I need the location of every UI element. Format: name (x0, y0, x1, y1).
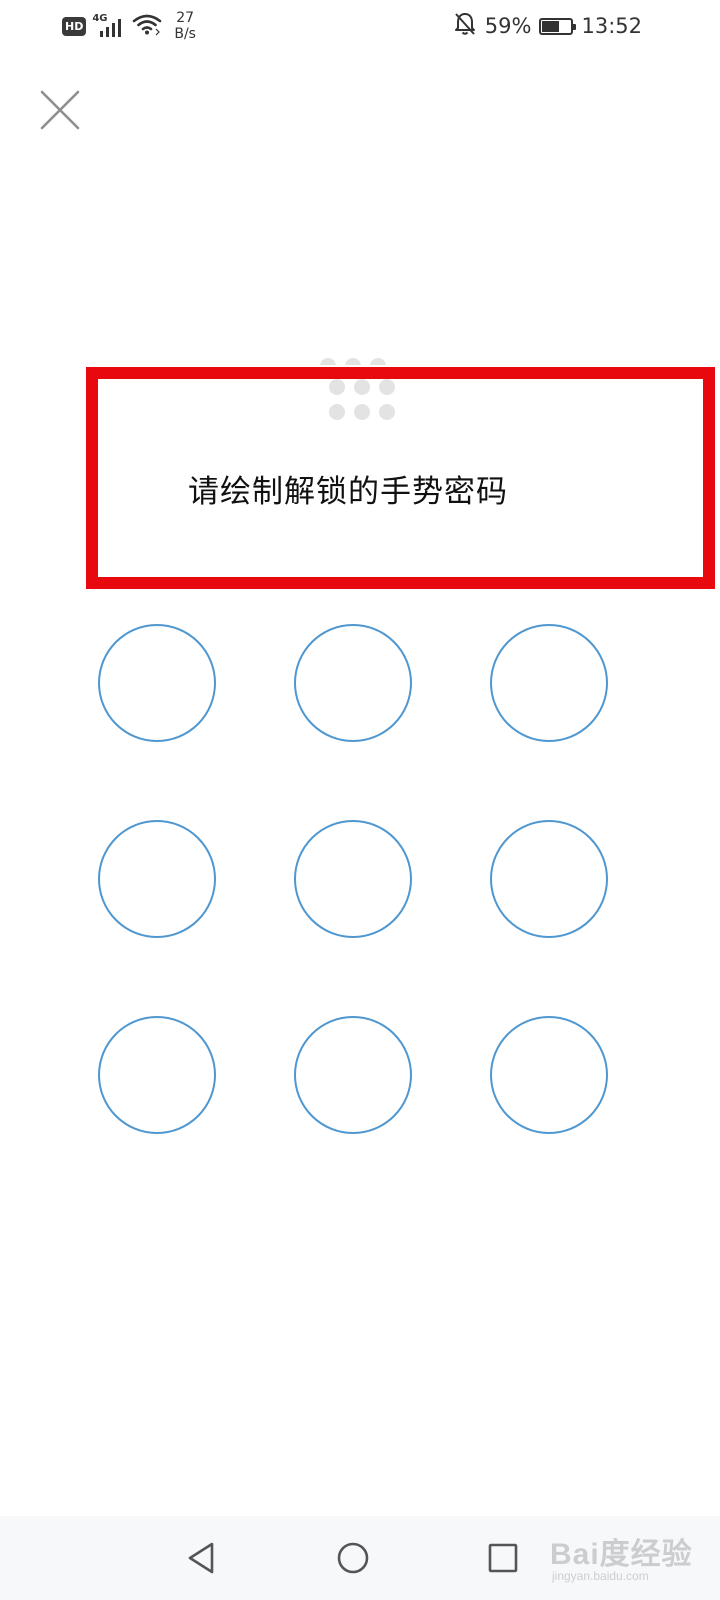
watermark-main: Bai度经验 (550, 1538, 693, 1571)
gesture-node-4[interactable] (98, 820, 216, 938)
mute-bell-icon (453, 11, 477, 42)
network-speed-unit: B/s (174, 26, 196, 42)
gesture-node-3[interactable] (490, 624, 608, 742)
battery-percent: 59% (484, 14, 532, 38)
network-speed: 27 B/s (174, 10, 196, 42)
pattern-preview (329, 379, 401, 427)
gesture-node-9[interactable] (490, 1016, 608, 1134)
gesture-node-2[interactable] (294, 624, 412, 742)
clock: 13:52 (581, 14, 642, 38)
preview-dot (354, 404, 370, 420)
battery-fill (542, 20, 560, 32)
back-triangle-icon (188, 1542, 214, 1574)
close-icon (40, 90, 80, 130)
prompt-highlight-box: 请绘制解锁的手势密码 (86, 367, 715, 589)
gesture-node-6[interactable] (490, 820, 608, 938)
network-speed-value: 27 (176, 10, 195, 26)
home-button[interactable] (331, 1536, 375, 1580)
gesture-node-7[interactable] (98, 1016, 216, 1134)
signal-icon: 4G (92, 13, 126, 39)
gesture-node-1[interactable] (98, 624, 216, 742)
gesture-node-5[interactable] (294, 820, 412, 938)
prompt-text: 请绘制解锁的手势密码 (188, 474, 508, 510)
status-left: HD 4G 27 B/s (62, 8, 196, 44)
recents-square-icon (488, 1543, 518, 1573)
hd-icon: HD (62, 16, 87, 36)
recents-button[interactable] (481, 1536, 525, 1580)
status-bar: HD 4G 27 B/s 59% 13:52 (0, 0, 720, 52)
gesture-node-8[interactable] (294, 1016, 412, 1134)
wifi-icon (132, 12, 162, 40)
preview-dot (379, 379, 395, 395)
preview-dot (329, 379, 345, 395)
home-circle-icon (337, 1542, 369, 1574)
preview-dot (354, 379, 370, 395)
preview-dot (379, 404, 395, 420)
baidu-jingyan-watermark: Bai度经验 jingyan.baidu.com (550, 1527, 693, 1589)
pattern-preview-peek (320, 357, 392, 365)
preview-dot (329, 404, 345, 420)
close-button[interactable] (38, 88, 82, 132)
watermark-sub: jingyan.baidu.com (552, 1569, 649, 1583)
status-right: 59% 13:52 (453, 10, 642, 42)
battery-icon (539, 17, 577, 35)
back-button[interactable] (180, 1536, 224, 1580)
